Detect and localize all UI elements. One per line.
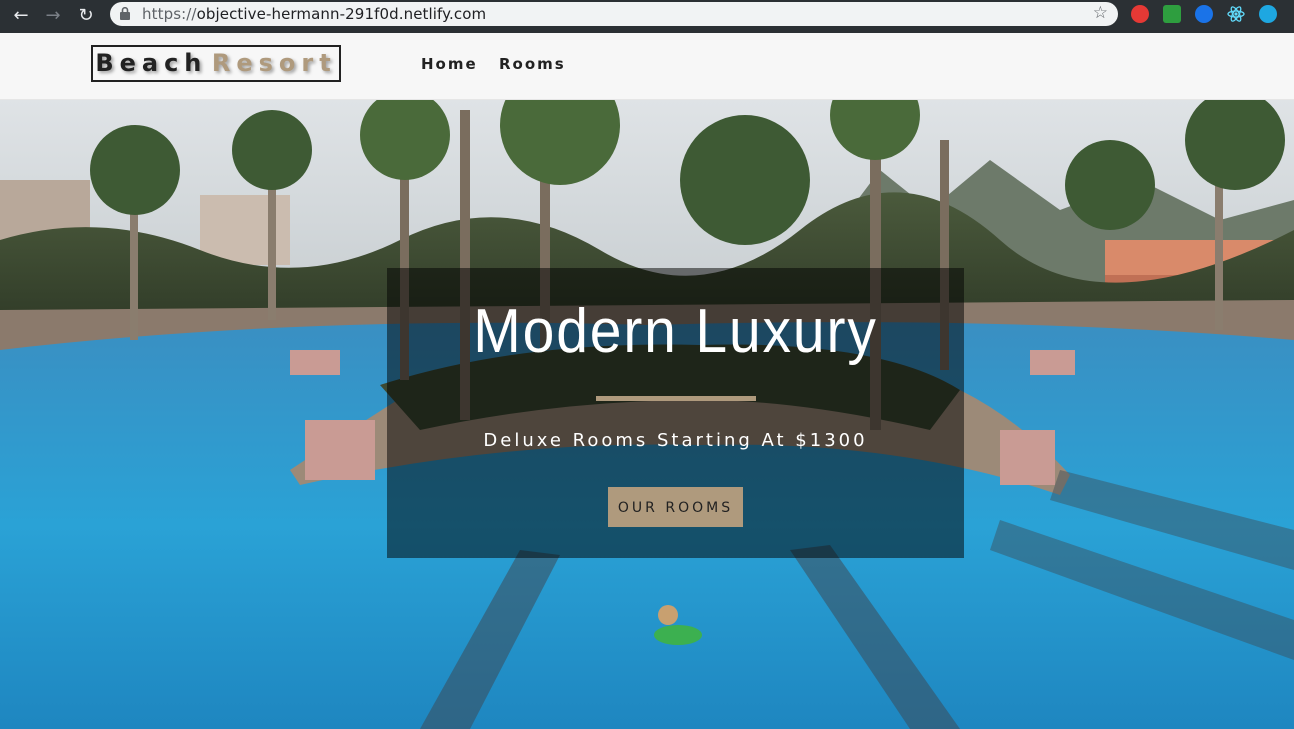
lock-icon xyxy=(120,7,130,20)
address-bar[interactable]: https://objective-hermann-291f0d.netlify… xyxy=(110,2,1118,26)
red-extension-icon[interactable] xyxy=(1131,5,1149,23)
url-text: https://objective-hermann-291f0d.netlify… xyxy=(142,5,486,23)
bookmark-star-icon[interactable]: ☆ xyxy=(1093,3,1108,23)
site-navbar: Beach Resort Home Rooms xyxy=(0,33,1294,100)
logo-word-beach: Beach xyxy=(95,49,208,77)
title-underline xyxy=(596,396,756,401)
blue-extension-icon[interactable] xyxy=(1195,5,1213,23)
hero-section: Modern Luxury Deluxe Rooms Starting At $… xyxy=(0,100,1294,729)
green-extension-icon[interactable] xyxy=(1163,5,1181,23)
browser-toolbar: ← → ↻ https://objective-hermann-291f0d.n… xyxy=(0,0,1294,33)
forward-icon[interactable]: → xyxy=(42,5,64,27)
react-extension-icon[interactable] xyxy=(1227,5,1245,23)
hero-subtitle: Deluxe Rooms Starting At $1300 xyxy=(483,430,868,451)
reload-icon[interactable]: ↻ xyxy=(75,5,97,27)
back-icon[interactable]: ← xyxy=(10,5,32,27)
cyan-extension-icon[interactable] xyxy=(1259,5,1277,23)
nav-link-rooms[interactable]: Rooms xyxy=(499,55,566,73)
hero-title: Modern Luxury xyxy=(473,297,878,366)
url-scheme: https:// xyxy=(142,5,197,23)
logo-word-resort: Resort xyxy=(211,49,337,77)
our-rooms-button[interactable]: OUR ROOMS xyxy=(608,487,743,527)
site-logo[interactable]: Beach Resort xyxy=(91,45,341,82)
nav-link-home[interactable]: Home xyxy=(421,55,478,73)
hero-banner: Modern Luxury Deluxe Rooms Starting At $… xyxy=(387,268,964,558)
url-host: objective-hermann-291f0d.netlify.com xyxy=(196,5,487,23)
